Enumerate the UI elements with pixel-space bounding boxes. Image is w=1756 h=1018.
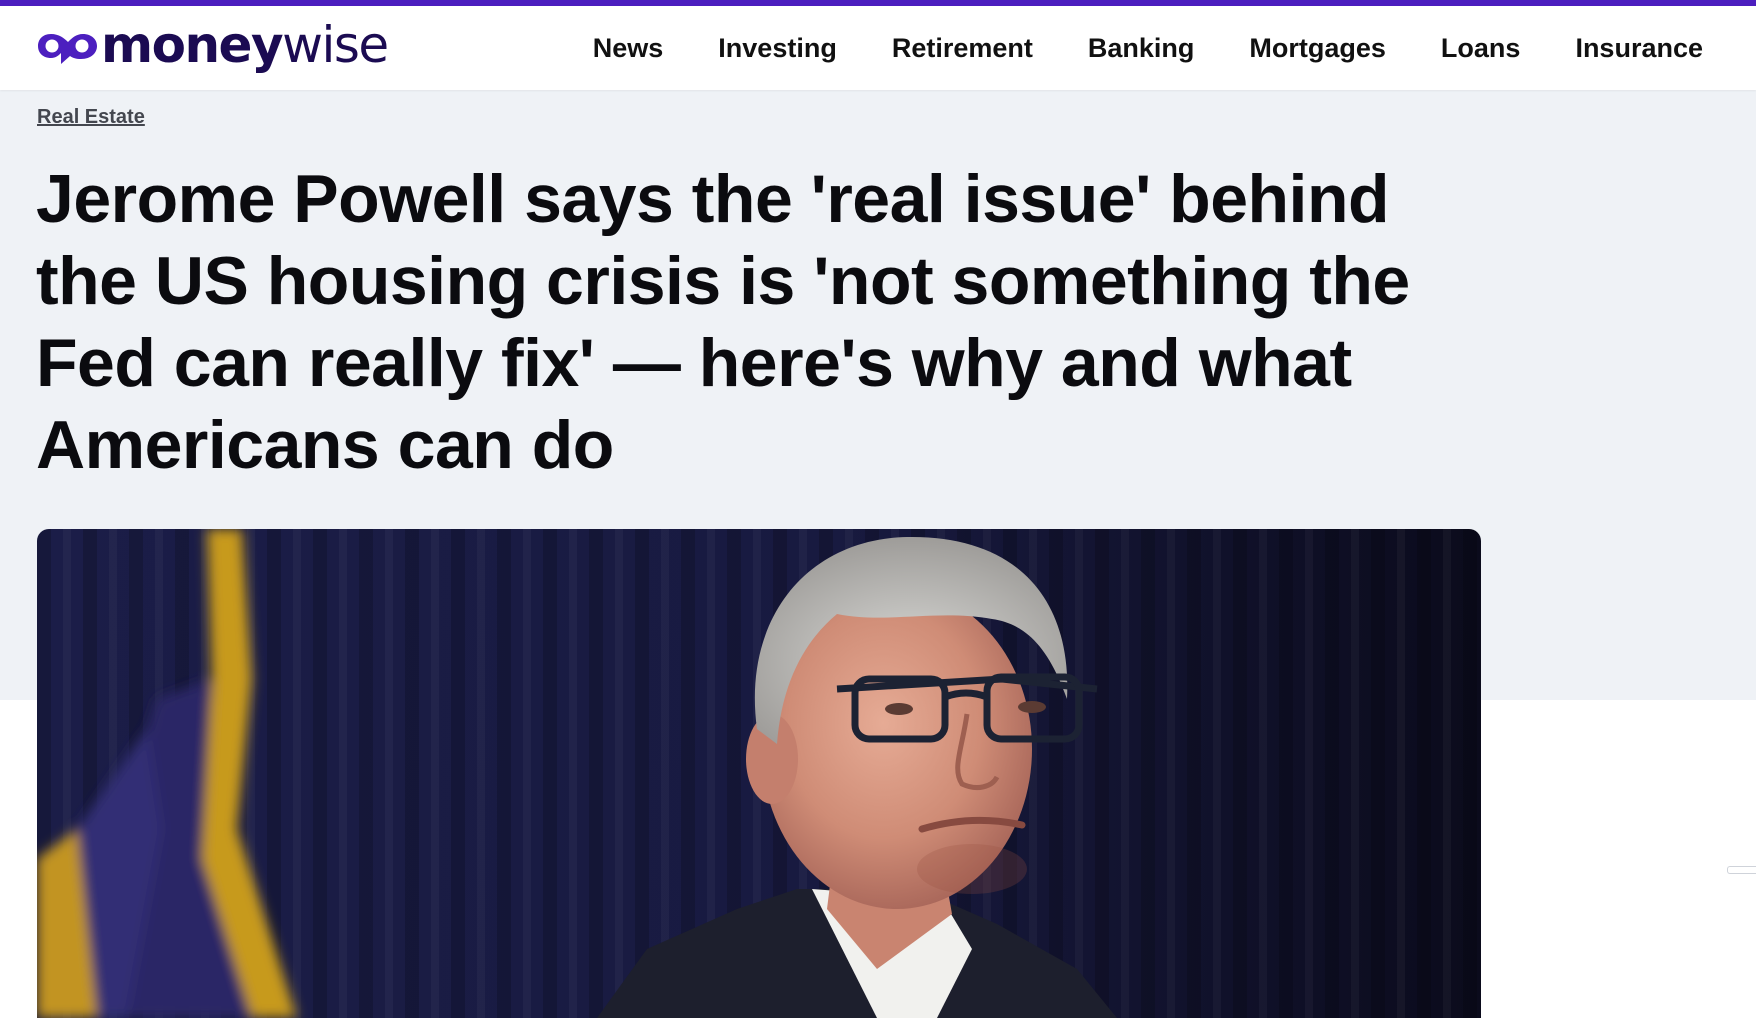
jerome-powell-photo [37,529,1481,1018]
nav-banking[interactable]: Banking [1088,33,1195,64]
nav-loans[interactable]: Loans [1441,33,1521,64]
side-scroll-handle[interactable] [1727,866,1756,874]
category-breadcrumb[interactable]: Real Estate [37,106,145,129]
moneywise-logo-icon [38,34,97,64]
nav-mortgages[interactable]: Mortgages [1249,33,1386,64]
nav-investing[interactable]: Investing [718,33,837,64]
logo-word-money: money [101,16,284,74]
main-nav: News Investing Retirement Banking Mortga… [593,6,1703,90]
article-hero-photo [37,529,1481,1018]
logo-word-wise: wise [282,16,389,74]
nav-news[interactable]: News [593,33,664,64]
nav-retirement[interactable]: Retirement [892,33,1033,64]
article-headline: Jerome Powell says the 'real issue' behi… [36,161,1410,483]
nav-insurance[interactable]: Insurance [1575,33,1703,64]
logo-wordmark: moneywise [101,20,389,70]
site-header: moneywise News Investing Retirement Bank… [0,6,1756,90]
moneywise-logo[interactable]: moneywise [37,20,389,76]
